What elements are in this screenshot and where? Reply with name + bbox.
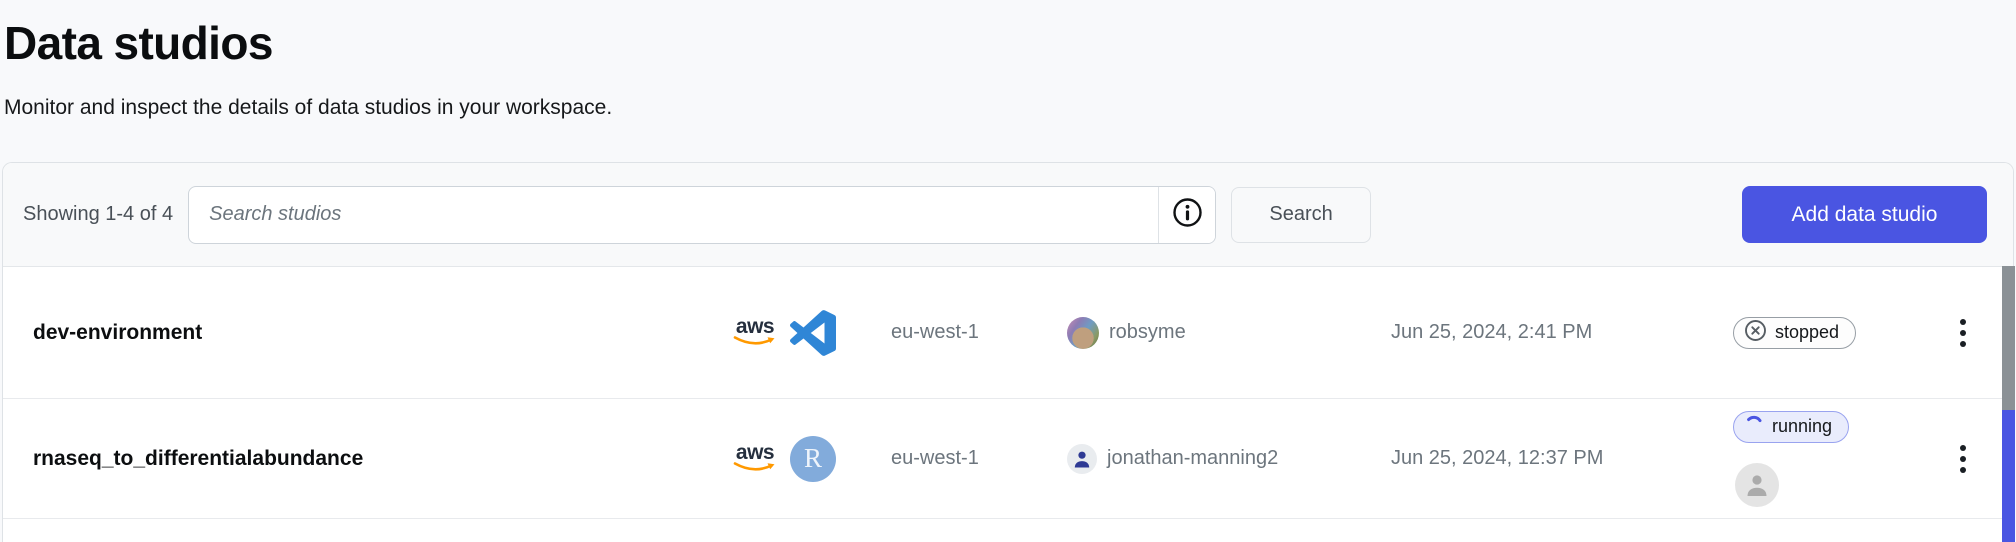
table-row-partial bbox=[3, 519, 2013, 542]
created-date: Jun 25, 2024, 2:41 PM bbox=[1391, 321, 1733, 344]
status-badge: stopped bbox=[1733, 317, 1856, 349]
circle-x-icon bbox=[1744, 319, 1767, 347]
studio-name-link[interactable]: rnaseq_to_differentialabundance bbox=[33, 447, 733, 471]
table-row[interactable]: rnaseq_to_differentialabundance aws R eu… bbox=[3, 399, 2013, 519]
scrollbar-thumb[interactable] bbox=[2002, 266, 2015, 410]
page-title: Data studios bbox=[4, 16, 2016, 70]
user-cell: robsyme bbox=[1067, 317, 1391, 349]
aws-logo-icon: aws bbox=[733, 319, 777, 347]
search-button[interactable]: Search bbox=[1231, 187, 1371, 243]
r-logo-icon: R bbox=[790, 436, 836, 482]
add-data-studio-button[interactable]: Add data studio bbox=[1742, 186, 1987, 243]
user-name: robsyme bbox=[1109, 321, 1186, 344]
status-cell: running bbox=[1733, 411, 1933, 507]
studio-name-link[interactable]: dev-environment bbox=[33, 321, 733, 345]
user-avatar bbox=[1067, 317, 1099, 349]
search-input[interactable] bbox=[189, 187, 1158, 243]
user-name: jonathan-manning2 bbox=[1107, 447, 1278, 470]
region-label: eu-west-1 bbox=[891, 447, 1067, 470]
studio-environment-icons: aws bbox=[733, 310, 891, 356]
vscode-icon bbox=[790, 310, 836, 356]
session-user-avatar bbox=[1735, 463, 1779, 507]
aws-logo-icon: aws bbox=[733, 445, 777, 473]
row-menu-button[interactable] bbox=[1950, 311, 1976, 355]
created-date: Jun 25, 2024, 12:37 PM bbox=[1391, 447, 1733, 470]
studio-environment-icons: aws R bbox=[733, 436, 891, 482]
spinner-icon bbox=[1744, 414, 1764, 439]
search-input-group bbox=[188, 186, 1216, 244]
kebab-menu-icon bbox=[1960, 445, 1966, 451]
kebab-menu-icon bbox=[1960, 319, 1966, 325]
status-cell: stopped bbox=[1733, 317, 1933, 349]
person-icon bbox=[1067, 444, 1097, 474]
scrollbar-thumb-accent[interactable] bbox=[2002, 410, 2015, 542]
page-subtitle: Monitor and inspect the details of data … bbox=[4, 96, 2016, 120]
page-header: Data studios Monitor and inspect the det… bbox=[0, 0, 2016, 120]
results-count: Showing 1-4 of 4 bbox=[23, 203, 173, 226]
table-row[interactable]: dev-environment aws eu-west-1 robsyme Ju… bbox=[3, 267, 2013, 399]
studios-panel: Showing 1-4 of 4 Search Add data studio … bbox=[2, 162, 2014, 542]
user-cell: jonathan-manning2 bbox=[1067, 444, 1391, 474]
status-badge: running bbox=[1733, 411, 1849, 443]
search-info-button[interactable] bbox=[1158, 187, 1215, 243]
studios-toolbar: Showing 1-4 of 4 Search Add data studio bbox=[3, 163, 2013, 267]
row-menu-button[interactable] bbox=[1950, 437, 1976, 481]
info-circle-icon bbox=[1172, 197, 1203, 233]
region-label: eu-west-1 bbox=[891, 321, 1067, 344]
